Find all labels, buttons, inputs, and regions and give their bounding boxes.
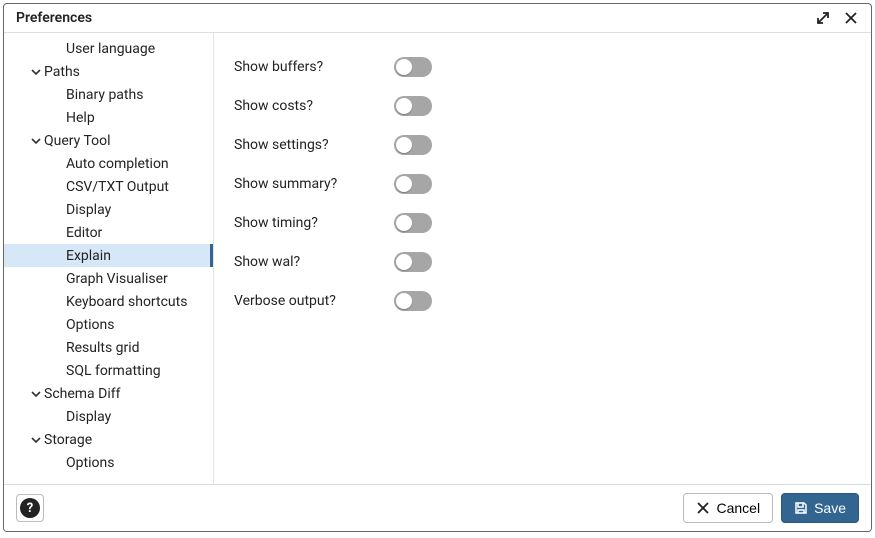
chevron-down-icon	[28, 389, 44, 399]
tree-item[interactable]: CSV/TXT Output	[4, 175, 213, 198]
tree-item-label: Editor	[66, 225, 102, 241]
setting-row: Show summary?	[234, 164, 851, 203]
cancel-button-label: Cancel	[716, 500, 760, 516]
settings-panel: Show buffers? Show costs? Show settings? Sh…	[214, 33, 871, 484]
tree-item[interactable]: User language	[4, 37, 213, 60]
save-button-label: Save	[814, 500, 846, 516]
tree-item[interactable]: Help	[4, 106, 213, 129]
tree-item-label: CSV/TXT Output	[66, 179, 169, 195]
help-icon: ?	[20, 498, 40, 518]
tree-item[interactable]: Binary paths	[4, 83, 213, 106]
toggle-knob	[396, 176, 412, 192]
tree-item[interactable]: Paths	[4, 60, 213, 83]
tree-item[interactable]: Editor	[4, 221, 213, 244]
toggle-switch[interactable]	[394, 213, 432, 233]
setting-row: Show buffers?	[234, 47, 851, 86]
toggle-switch[interactable]	[394, 135, 432, 155]
toggle-switch[interactable]	[394, 252, 432, 272]
toggle-knob	[396, 98, 412, 114]
maximize-icon[interactable]	[815, 10, 831, 26]
tree-item[interactable]: Display	[4, 198, 213, 221]
setting-label: Show costs?	[234, 98, 394, 114]
tree-item[interactable]: Options	[4, 451, 213, 474]
setting-row: Show timing?	[234, 203, 851, 242]
tree-item-label: Explain	[66, 248, 111, 264]
close-icon[interactable]	[843, 10, 859, 26]
tree-item-label: Keyboard shortcuts	[66, 294, 187, 310]
tree-item-label: Display	[66, 202, 111, 218]
dialog-footer: ? Cancel Save	[4, 484, 871, 531]
tree-item[interactable]: SQL formatting	[4, 359, 213, 382]
tree-item-label: Auto completion	[66, 156, 169, 172]
tree-item-label: Query Tool	[44, 133, 111, 149]
tree-item-label: Display	[66, 409, 111, 425]
toggle-knob	[396, 137, 412, 153]
tree-item[interactable]: Storage	[4, 428, 213, 451]
toggle-switch[interactable]	[394, 96, 432, 116]
titlebar: Preferences	[4, 4, 871, 33]
tree-item[interactable]: Query Tool	[4, 129, 213, 152]
toggle-switch[interactable]	[394, 291, 432, 311]
preferences-tree[interactable]: User language Paths Binary paths Help Query …	[4, 33, 214, 484]
footer-actions: Cancel Save	[683, 493, 859, 523]
tree-item-label: Storage	[44, 432, 92, 448]
setting-row: Verbose output?	[234, 281, 851, 320]
save-button[interactable]: Save	[781, 493, 859, 523]
dialog-title: Preferences	[16, 10, 92, 26]
tree-item-label: SQL formatting	[66, 363, 161, 379]
chevron-down-icon	[28, 136, 44, 146]
tree-item-label: Paths	[44, 64, 80, 80]
tree-item[interactable]: Schema Diff	[4, 382, 213, 405]
tree-item[interactable]: Results grid	[4, 336, 213, 359]
close-icon	[696, 501, 710, 515]
tree-item[interactable]: Auto completion	[4, 152, 213, 175]
tree-item[interactable]: Graph Visualiser	[4, 267, 213, 290]
tree-item-label: Schema Diff	[44, 386, 120, 402]
tree-item-label: Options	[66, 455, 114, 471]
chevron-down-icon	[28, 67, 44, 77]
save-icon	[794, 501, 808, 515]
preferences-dialog: Preferences User language Paths Binary pat…	[3, 3, 872, 532]
cancel-button[interactable]: Cancel	[683, 493, 773, 523]
tree-item-label: Options	[66, 317, 114, 333]
dialog-body: User language Paths Binary paths Help Query …	[4, 33, 871, 484]
setting-row: Show costs?	[234, 86, 851, 125]
tree-item[interactable]: Explain	[4, 244, 213, 267]
setting-label: Show buffers?	[234, 59, 394, 75]
toggle-knob	[396, 59, 412, 75]
tree-item-label: Binary paths	[66, 87, 143, 103]
tree-item-label: User language	[66, 41, 155, 57]
setting-label: Show wal?	[234, 254, 394, 270]
setting-row: Show wal?	[234, 242, 851, 281]
tree-item[interactable]: Display	[4, 405, 213, 428]
toggle-knob	[396, 254, 412, 270]
tree-item[interactable]: Options	[4, 313, 213, 336]
toggle-switch[interactable]	[394, 174, 432, 194]
setting-label: Verbose output?	[234, 293, 394, 309]
tree-item[interactable]: Keyboard shortcuts	[4, 290, 213, 313]
setting-label: Show summary?	[234, 176, 394, 192]
setting-label: Show settings?	[234, 137, 394, 153]
tree-item-label: Help	[66, 110, 95, 126]
chevron-down-icon	[28, 435, 44, 445]
setting-row: Show settings?	[234, 125, 851, 164]
setting-label: Show timing?	[234, 215, 394, 231]
toggle-knob	[396, 293, 412, 309]
tree-item-label: Results grid	[66, 340, 140, 356]
help-button[interactable]: ?	[16, 494, 44, 522]
tree-item-label: Graph Visualiser	[66, 271, 168, 287]
toggle-knob	[396, 215, 412, 231]
window-actions	[815, 10, 859, 26]
toggle-switch[interactable]	[394, 57, 432, 77]
